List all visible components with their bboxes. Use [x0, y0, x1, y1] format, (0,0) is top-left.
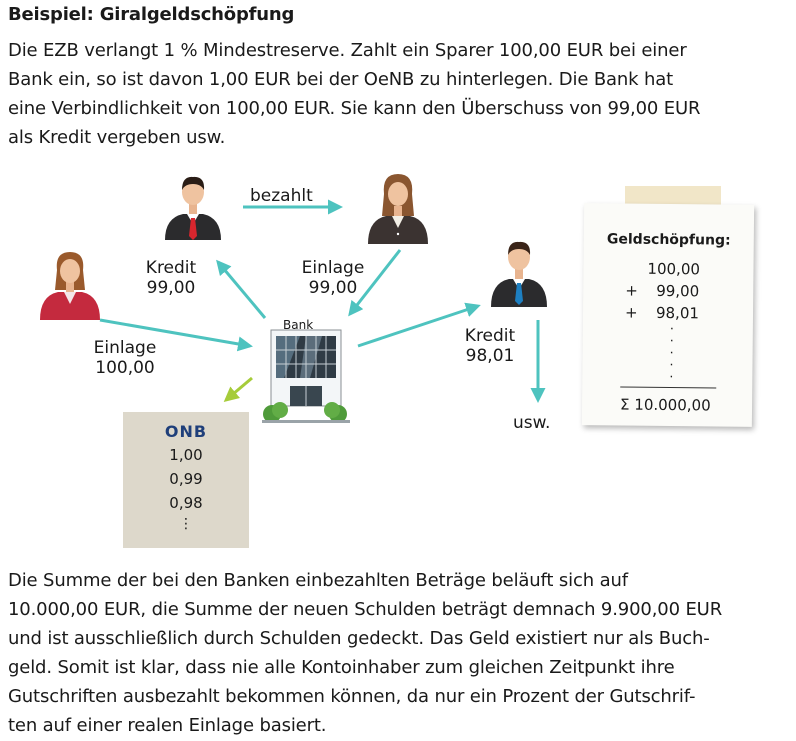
label-paid: bezahlt — [250, 186, 313, 206]
outro-line: geld. Somit ist klar, dass nie alle Kont… — [8, 657, 675, 678]
deposit-1-value: 100,00 — [95, 358, 155, 378]
deposit-label-text: Einlage — [93, 338, 157, 358]
businesswoman-icon — [368, 174, 428, 244]
arrow-bank-to-borrower — [216, 259, 267, 319]
businessman-red-tie-icon — [165, 176, 221, 240]
onb-reserve-box: ONB 1,00 0,99 0,98 ⋮ — [123, 412, 249, 548]
money-creation-note: Geldschöpfung: 100,00 + 99,00 + 98,01 · ·… — [581, 203, 755, 427]
outro-paragraph: Die Summe der bei den Banken einbezahlte… — [8, 566, 792, 740]
bank-label: Bank — [283, 318, 314, 332]
deposit-2-value: 99,00 — [308, 278, 358, 298]
bank-building-icon — [262, 329, 350, 423]
outro-line: und ist ausschließlich durch Schulden ge… — [8, 628, 710, 649]
outro-line: Gutschriften ausbezahlt bekommen können,… — [8, 686, 696, 707]
outro-line: Die Summe der bei den Banken einbezahlte… — [8, 570, 628, 591]
onb-more-dots: ⋮ — [179, 516, 193, 532]
note-title: Geldschöpfung: — [606, 231, 731, 249]
onb-value: 1,00 — [169, 446, 203, 464]
note-first-value: 100,00 — [647, 259, 701, 279]
sum-symbol: Σ — [619, 395, 630, 414]
businessman-blue-tie-icon — [491, 241, 547, 307]
onb-value: 0,99 — [169, 470, 203, 488]
note-plus-sign: + — [624, 303, 638, 322]
label-credit-1: Kredit 99,00 — [141, 258, 201, 298]
label-etc: usw. — [513, 413, 551, 433]
label-deposit-2: Einlage 99,00 — [300, 258, 366, 298]
note-third-value: 98,01 — [655, 303, 700, 323]
arrow-bank-to-onb — [223, 376, 253, 402]
note-second-value: 99,00 — [656, 281, 700, 301]
outro-line: ten auf einer realen Einlage basiert. — [8, 715, 327, 736]
woman-red-jacket-icon — [40, 252, 100, 320]
credit-label-text: Kredit — [464, 326, 516, 346]
outro-line: 10.000,00 EUR, die Summe der neuen Schul… — [8, 599, 723, 620]
credit-2-value: 98,01 — [465, 346, 515, 366]
credit-label-text: Kredit — [145, 258, 197, 278]
credit-1-value: 99,00 — [146, 278, 196, 298]
label-credit-2: Kredit 98,01 — [460, 326, 520, 366]
onb-value: 0,98 — [169, 494, 203, 512]
deposit-label-text: Einlage — [301, 258, 365, 278]
note-plus-sign: + — [625, 281, 638, 300]
sum-value: 10.000,00 — [634, 395, 711, 415]
label-deposit-1: Einlage 100,00 — [92, 338, 158, 378]
note-separator — [620, 386, 717, 389]
note-sum: Σ 10.000,00 — [620, 396, 711, 415]
onb-logo: ONB — [164, 422, 208, 441]
note-dots: · · · · · — [669, 322, 674, 386]
